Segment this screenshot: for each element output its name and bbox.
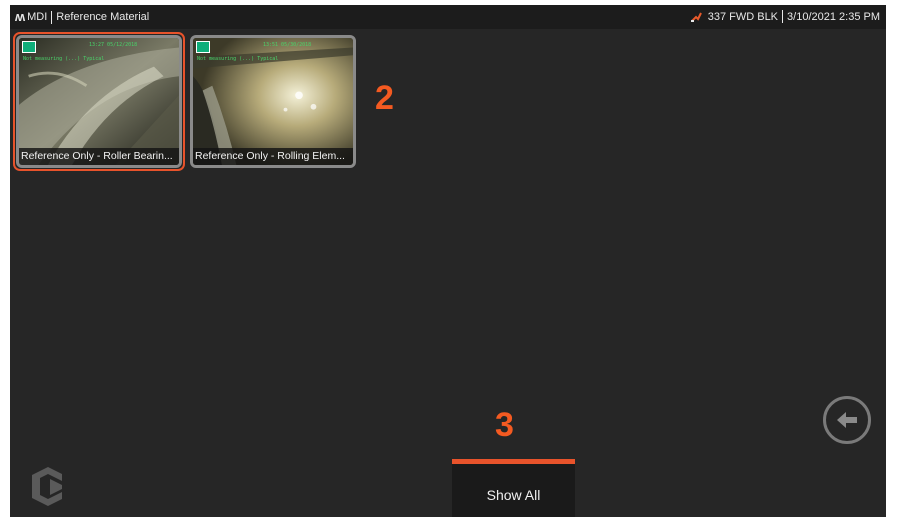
brand-logo-icon <box>32 467 62 506</box>
thumbnail-roller-bearing[interactable]: 13:27 05/12/2018 Not measuring (...) Typ… <box>16 35 182 168</box>
divider <box>782 10 784 23</box>
camera-icon <box>196 41 210 53</box>
datetime-label: 3/10/2021 2:35 PM <box>787 10 880 23</box>
app-name: MDI <box>27 11 48 23</box>
status-bar: ʍ MDI Reference Material 337 FWD BLK 3/1… <box>10 5 886 29</box>
arrow-left-icon <box>837 412 857 428</box>
overlay-label: Not measuring (...) Typical <box>197 56 279 62</box>
app-logo: ʍ <box>15 9 25 24</box>
location-label: 337 FWD BLK <box>707 10 779 23</box>
overlay-time: 13:51 05/30/2018 <box>263 42 312 48</box>
callout-2: 2 <box>375 79 394 117</box>
title-area: ʍ MDI Reference Material <box>15 10 149 24</box>
thumbnail-caption: Reference Only - Roller Bearin... <box>19 148 179 165</box>
divider <box>51 10 53 24</box>
overlay-time: 13:27 05/12/2018 <box>89 42 138 48</box>
page-title: Reference Material <box>56 11 150 23</box>
callout-3: 3 <box>495 406 514 444</box>
screen: ʍ MDI Reference Material 337 FWD BLK 3/1… <box>10 5 886 517</box>
overlay-label: Not measuring (...) Typical <box>23 56 105 62</box>
status-area: 337 FWD BLK 3/10/2021 2:35 PM <box>690 10 880 23</box>
probe-icon <box>690 11 702 23</box>
camera-icon <box>22 41 36 53</box>
back-button[interactable] <box>823 396 871 444</box>
thumbnail-rolling-element[interactable]: 13:51 05/30/2018 Not measuring (...) Typ… <box>190 35 356 168</box>
show-all-button[interactable]: Show All <box>452 459 575 517</box>
thumbnail-caption: Reference Only - Rolling Elem... <box>193 148 353 165</box>
